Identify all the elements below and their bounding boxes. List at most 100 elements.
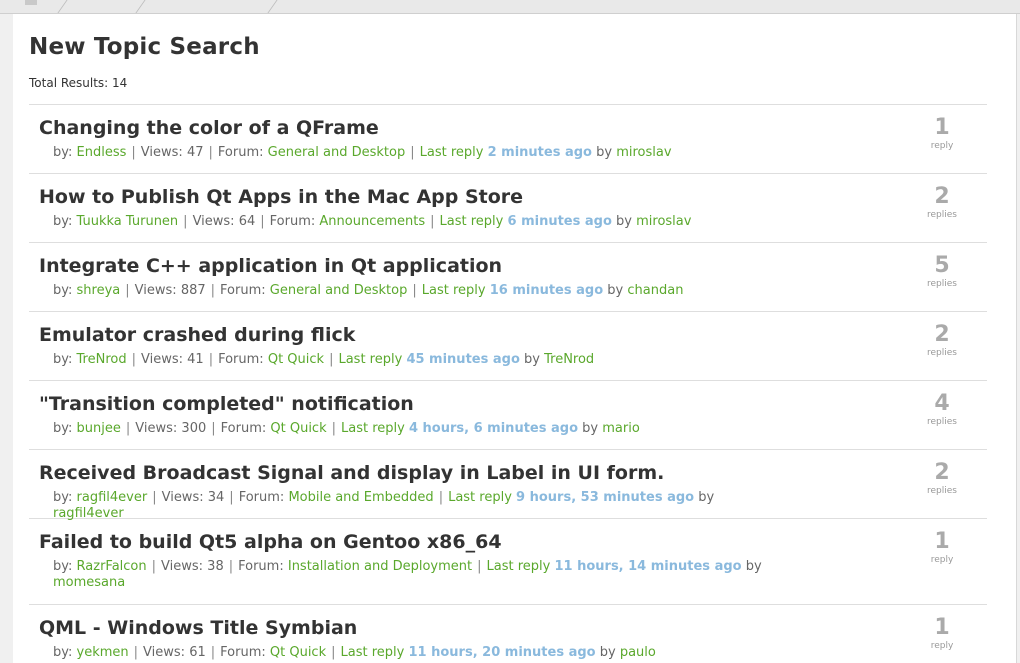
views-label: Views: [135,421,178,436]
reply-count-number: 2 [934,184,950,209]
topic-title-link[interactable]: Changing the color of a QFrame [39,117,379,139]
reply-count: 2 replies [917,322,967,359]
views-label: Views: [141,352,184,367]
author-link[interactable]: TreNrod [77,352,127,367]
last-user-link[interactable]: chandan [627,283,683,298]
topic-row: QML - Windows Title Symbian by: yekmen | V… [29,605,987,660]
reply-count-label: reply [930,141,954,151]
forum-label: Forum: [220,421,267,436]
last-user-link[interactable]: momesana [53,575,125,590]
last-user-link[interactable]: mario [602,421,640,436]
forum-label: Forum: [218,352,264,367]
last-reply-time: 4 hours, 6 minutes ago [408,421,578,436]
author-link[interactable]: bunjee [77,421,121,436]
views-count: 64 [238,214,256,229]
author-link[interactable]: Tuukka Turunen [77,214,179,229]
last-reply-time: 11 hours, 14 minutes ago [554,559,742,574]
nav-tab-divider [267,0,278,13]
reply-count-label: replies [927,348,957,358]
views-count: 300 [181,421,207,436]
by-label: by [524,352,540,367]
reply-count-number: 4 [934,391,950,416]
forum-link[interactable]: General and Desktop [268,145,406,160]
last-reply-time: 9 hours, 53 minutes ago [516,490,695,505]
topic-meta: by: TreNrod | Views: 41 | Forum: Qt Quick | La… [53,352,595,367]
last-reply-link[interactable]: Last reply [440,214,504,229]
total-results: Total Results: 14 [29,76,128,90]
topic-row: How to Publish Qt Apps in the Mac App St… [29,174,987,243]
last-reply-time: 16 minutes ago [489,283,604,298]
by-label: by: [53,490,73,505]
author-link[interactable]: RazrFalcon [77,559,147,574]
forum-link[interactable]: Announcements [319,214,425,229]
views-count: 61 [189,645,206,660]
reply-count-label: replies [927,417,957,427]
last-reply-link[interactable]: Last reply [341,645,405,660]
reply-count: 1 reply [917,115,967,152]
by-label: by [596,145,613,160]
forum-label: Forum: [220,283,266,298]
last-reply-time: 2 minutes ago [487,145,592,160]
forum-label: Forum: [269,214,316,229]
last-user-link[interactable]: paulo [620,645,656,660]
by-label: by: [53,559,73,574]
topic-meta: by: ragfil4ever | Views: 34 | Forum: Mobile … [53,490,715,521]
topic-title-link[interactable]: Integrate C++ application in Qt applicat… [39,255,502,277]
author-link[interactable]: shreya [77,283,121,298]
topic-meta: by: bunjee | Views: 300 | Forum: Qt Quick | La… [53,421,640,436]
forum-link[interactable]: Installation and Deployment [288,559,472,574]
views-count: 38 [207,559,224,574]
topic-meta: by: yekmen | Views: 61 | Forum: Qt Quick | Las… [53,645,656,660]
views-label: Views: [192,214,235,229]
topic-title-link[interactable]: "Transition completed" notification [39,393,414,415]
reply-count: 2 replies [917,184,967,221]
last-reply-link[interactable]: Last reply [487,559,551,574]
author-link[interactable]: Endless [77,145,127,160]
by-label: by [582,421,599,436]
reply-count: 1 reply [917,529,967,566]
forum-label: Forum: [238,559,284,574]
views-label: Views: [143,645,186,660]
topic-title-link[interactable]: QML - Windows Title Symbian [39,617,357,639]
topic-meta: by: Tuukka Turunen | Views: 64 | Forum: Anno… [53,214,692,229]
forum-link[interactable]: Mobile and Embedded [288,490,433,505]
topic-title-link[interactable]: Emulator crashed during flick [39,324,355,346]
home-icon[interactable] [25,0,37,5]
topic-row: Changing the color of a QFrame by: Endle… [29,105,987,174]
reply-count-label: replies [927,210,957,220]
forum-link[interactable]: Qt Quick [268,352,324,367]
reply-count: 1 reply [917,615,967,652]
reply-count-label: replies [927,279,957,289]
by-label: by [599,645,616,660]
topic-title-link[interactable]: How to Publish Qt Apps in the Mac App St… [39,186,523,208]
reply-count-number: 1 [934,615,950,640]
last-reply-time: 45 minutes ago [406,352,520,367]
topic-row: Received Broadcast Signal and display in… [29,450,987,521]
topic-title-link[interactable]: Received Broadcast Signal and display in… [39,462,664,484]
author-link[interactable]: yekmen [77,645,129,660]
topic-meta: by: Endless | Views: 47 | Forum: General and… [53,145,672,160]
topic-meta: by: RazrFalcon | Views: 38 | Forum: Installa… [53,559,762,590]
forum-link[interactable]: Qt Quick [270,421,326,436]
topic-row: Integrate C++ application in Qt applicat… [29,243,987,312]
last-reply-link[interactable]: Last reply [338,352,402,367]
last-user-link[interactable]: TreNrod [544,352,594,367]
reply-count-label: replies [927,486,957,496]
last-reply-link[interactable]: Last reply [448,490,512,505]
by-label: by: [53,214,73,229]
by-label: by: [53,283,73,298]
last-user-link[interactable]: miroslav [636,214,691,229]
last-reply-link[interactable]: Last reply [422,283,486,298]
topic-list: Changing the color of a QFrame by: Endle… [29,104,987,660]
by-label: by [698,490,715,505]
topic-title-link[interactable]: Failed to build Qt5 alpha on Gentoo x86_… [39,531,502,553]
by-label: by [607,283,624,298]
forum-link[interactable]: Qt Quick [270,645,326,660]
nav-tab-divider [135,0,146,13]
reply-count: 4 replies [917,391,967,428]
last-user-link[interactable]: miroslav [616,145,671,160]
forum-link[interactable]: General and Desktop [270,283,408,298]
last-reply-link[interactable]: Last reply [341,421,405,436]
author-link[interactable]: ragfil4ever [77,490,148,505]
last-reply-link[interactable]: Last reply [420,145,484,160]
